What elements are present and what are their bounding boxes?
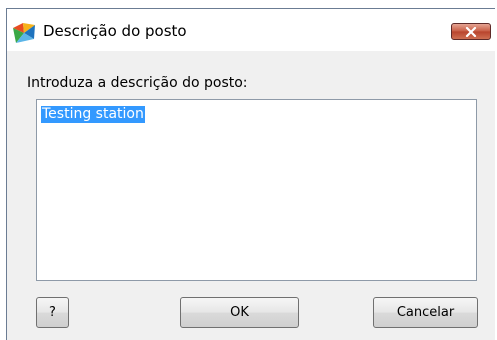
description-prompt-label: Introduza a descrição do posto: xyxy=(27,75,248,91)
window-title: Descrição do posto xyxy=(43,22,187,40)
selected-description-text[interactable]: Testing station xyxy=(41,106,145,123)
close-icon xyxy=(465,22,477,41)
station-description-dialog: Descrição do posto Introduza a descrição… xyxy=(6,8,495,340)
help-button[interactable]: ? xyxy=(36,297,69,328)
avg-logo-icon xyxy=(13,23,35,43)
title-bar[interactable]: Descrição do posto xyxy=(7,9,495,51)
cancel-button[interactable]: Cancelar xyxy=(373,297,478,328)
close-button[interactable] xyxy=(451,23,491,40)
ok-button[interactable]: OK xyxy=(180,297,299,328)
station-description-textarea[interactable]: Testing station xyxy=(36,99,477,281)
dialog-body: Introduza a descrição do posto: Testing … xyxy=(17,51,487,339)
screen: Descrição do posto Introduza a descrição… xyxy=(0,0,497,340)
